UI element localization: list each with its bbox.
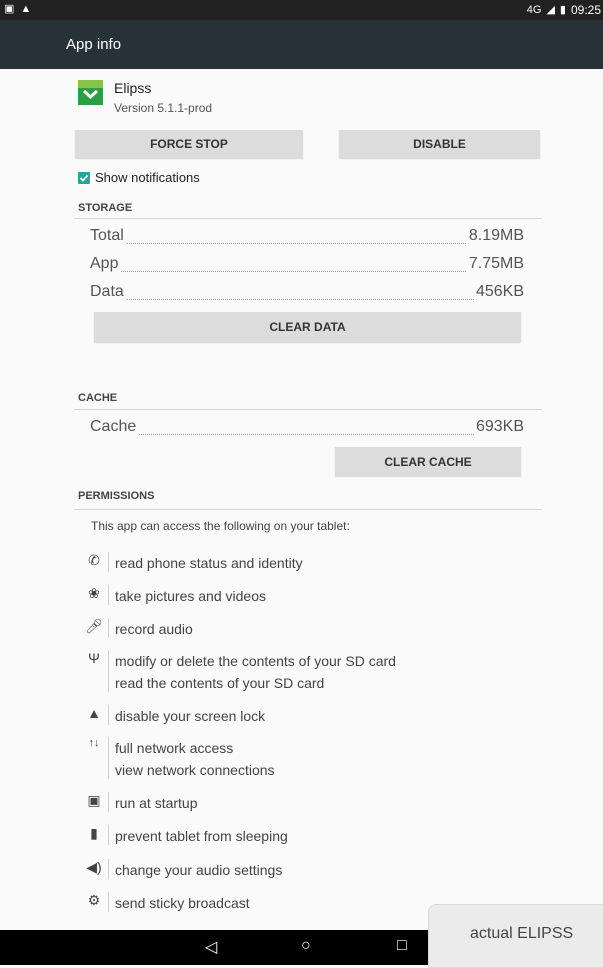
storage-label: Data xyxy=(90,283,126,301)
permission-separator xyxy=(108,552,109,572)
cache-label: Cache xyxy=(90,418,139,436)
cache-divider xyxy=(74,409,542,410)
dotted-leader xyxy=(90,434,524,435)
permission-item: 🎤︎ record audio xyxy=(84,618,544,640)
camera-icon: ❀ xyxy=(88,585,100,601)
permission-text: read phone status and identity xyxy=(115,555,303,571)
permission-text: send sticky broadcast xyxy=(115,895,250,911)
storage-row-app: App 7.75MB xyxy=(90,255,524,277)
phone-icon: ✆ xyxy=(88,552,100,568)
permission-text: record audio xyxy=(115,621,193,637)
permission-item: ❀ take pictures and videos xyxy=(84,585,544,607)
app-name: Elipss xyxy=(114,80,152,96)
network-type: 4G xyxy=(526,4,542,16)
permissions-divider xyxy=(74,509,542,510)
permission-text: take pictures and videos xyxy=(115,588,266,604)
disable-button[interactable]: DISABLE xyxy=(339,130,540,158)
permission-item: ↑↓ full network access view network conn… xyxy=(84,737,544,781)
permission-text-1: modify or delete the contents of your SD… xyxy=(115,653,396,669)
warning-icon: ▲ xyxy=(20,3,32,15)
battery-icon: ▮ xyxy=(90,825,98,841)
permission-separator xyxy=(108,792,109,812)
storage-label: Total xyxy=(90,227,126,245)
usb-icon: Ψ xyxy=(88,650,100,666)
storage-value: 7.75MB xyxy=(466,255,524,273)
cache-row: Cache 693KB xyxy=(90,418,524,440)
storage-row-total: Total 8.19MB xyxy=(90,227,524,249)
force-stop-button[interactable]: FORCE STOP xyxy=(75,130,303,158)
storage-header: STORAGE xyxy=(78,202,133,214)
show-notifications-label: Show notifications xyxy=(95,170,200,185)
cache-header: CACHE xyxy=(78,392,118,404)
storage-value: 456KB xyxy=(473,283,524,301)
dotted-leader xyxy=(90,299,524,300)
checkbox-checked-icon[interactable] xyxy=(78,171,90,184)
cache-value: 693KB xyxy=(473,418,524,436)
permission-separator xyxy=(108,825,109,845)
permission-text: prevent tablet from sleeping xyxy=(115,828,288,844)
permission-item: ✆ read phone status and identity xyxy=(84,552,544,574)
app-icon xyxy=(78,80,103,105)
permission-text-2: read the contents of your SD card xyxy=(115,675,325,691)
back-icon[interactable]: ◁ xyxy=(205,937,217,957)
permission-separator xyxy=(108,892,109,912)
permission-item: ◀) change your audio settings xyxy=(84,859,544,881)
home-icon[interactable]: ○ xyxy=(301,937,311,955)
app-bar: App info xyxy=(0,20,603,69)
permission-item: ▣ run at startup xyxy=(84,792,544,814)
network-arrows-icon: ↑↓ xyxy=(88,737,100,749)
clock: 09:25 xyxy=(570,3,601,17)
image-notification-icon: ▣ xyxy=(4,3,15,15)
startup-icon: ▣ xyxy=(87,792,101,808)
permission-text: change your audio settings xyxy=(115,862,283,878)
permission-separator xyxy=(108,585,109,605)
battery-status-icon: ▮ xyxy=(559,4,566,16)
clear-cache-button[interactable]: CLEAR CACHE xyxy=(335,447,521,476)
signal-icon: ◢ xyxy=(546,4,555,16)
permission-text: run at startup xyxy=(115,795,198,811)
lock-icon: ▲ xyxy=(87,705,101,721)
permission-text-2: view network connections xyxy=(115,762,275,778)
dotted-leader xyxy=(90,271,524,272)
page-title: App info xyxy=(66,36,122,53)
permission-separator xyxy=(108,650,109,692)
permission-separator xyxy=(108,737,109,779)
dotted-leader xyxy=(90,243,524,244)
permission-text-1: full network access xyxy=(115,740,234,756)
permission-text: disable your screen lock xyxy=(115,708,266,724)
microphone-icon: 🎤︎ xyxy=(85,618,103,634)
recents-icon[interactable]: □ xyxy=(397,937,407,955)
permission-separator xyxy=(108,705,109,725)
toast-text: actual ELIPSS xyxy=(470,925,574,942)
permission-separator xyxy=(108,618,109,638)
clear-data-button[interactable]: CLEAR DATA xyxy=(94,312,521,342)
permission-item: Ψ modify or delete the contents of your … xyxy=(84,650,544,694)
show-notifications-toggle[interactable]: Show notifications xyxy=(78,170,200,185)
storage-divider xyxy=(74,218,542,219)
storage-row-data: Data 456KB xyxy=(90,283,524,305)
permission-item: ▲ disable your screen lock xyxy=(84,705,544,727)
storage-value: 8.19MB xyxy=(466,227,524,245)
storage-label: App xyxy=(90,255,121,273)
speaker-icon: ◀) xyxy=(86,859,102,875)
permission-separator xyxy=(108,859,109,879)
app-version: Version 5.1.1-prod xyxy=(114,101,213,115)
toast: actual ELIPSS xyxy=(428,904,603,968)
permissions-header: PERMISSIONS xyxy=(78,490,155,502)
permissions-intro: This app can access the following on you… xyxy=(91,519,350,533)
status-bar: ▣ ▲ 4G ◢ ▮ 09:25 xyxy=(0,0,603,20)
gear-icon: ⚙ xyxy=(87,892,101,908)
permission-item: ▮ prevent tablet from sleeping xyxy=(84,825,544,847)
